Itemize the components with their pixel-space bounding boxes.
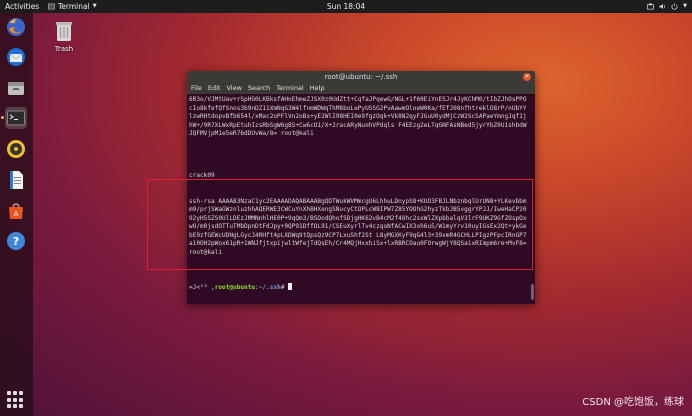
shell-prompt[interactable]: =J<²³ ,root@ubuntu:~/.ssh# <box>189 282 529 293</box>
activities-button[interactable]: Activities <box>5 0 39 13</box>
menu-view[interactable]: View <box>226 83 241 94</box>
scrollbar-thumb[interactable] <box>531 284 534 300</box>
window-title: root@ubuntu: ~/.ssh <box>324 73 398 81</box>
firefox-launcher[interactable] <box>5 16 27 38</box>
menu-help[interactable]: Help <box>310 83 325 94</box>
help-launcher[interactable]: ? <box>5 230 27 252</box>
trash-desktop-icon[interactable]: Trash <box>51 20 77 53</box>
show-applications-button[interactable] <box>7 391 25 409</box>
clock[interactable]: Sun 18:04 <box>327 2 365 11</box>
terminal-icon <box>7 110 25 126</box>
ssh-key-output-1: 6R3o/VJMtUav+rSpHG0LKBksfAHnEhmeZJSX0z0U… <box>189 96 527 137</box>
volume-icon <box>659 3 666 10</box>
prompt-prefix: =J<²³ , <box>189 283 215 291</box>
terminal-titlebar[interactable]: root@ubuntu: ~/.ssh ✕ <box>187 71 535 83</box>
rhythmbox-icon <box>7 140 25 158</box>
prompt-user: root@ubuntu <box>214 283 256 291</box>
trash-label: Trash <box>54 45 74 53</box>
software-launcher[interactable]: A <box>5 200 27 222</box>
watermark: CSDN @吃饱饭，练球 <box>582 397 684 408</box>
top-bar: Activities Terminal ▼ Sun 18:04 ▼ <box>0 0 692 13</box>
files-icon <box>8 82 24 95</box>
terminal-launcher[interactable] <box>1 107 27 129</box>
power-icon <box>671 3 678 10</box>
firefox-icon <box>7 18 25 36</box>
terminal-menubar: File Edit View Search Terminal Help <box>187 83 535 94</box>
rhythmbox-launcher[interactable] <box>5 138 27 160</box>
app-menu[interactable]: Terminal ▼ <box>48 0 97 13</box>
chevron-down-icon: ▼ <box>683 3 687 9</box>
svg-text:A: A <box>14 210 19 218</box>
menu-search[interactable]: Search <box>248 83 270 94</box>
network-icon <box>647 3 655 10</box>
highlight-annotation-box <box>147 179 533 270</box>
chevron-down-icon: ▼ <box>92 3 97 9</box>
prompt-path: ~/.ssh <box>258 283 281 291</box>
terminal-app-icon <box>48 3 55 10</box>
system-status-area[interactable]: ▼ <box>647 0 687 13</box>
writer-launcher[interactable] <box>5 169 27 191</box>
prompt-end: # <box>280 283 289 291</box>
files-launcher[interactable] <box>5 77 27 99</box>
menu-terminal[interactable]: Terminal <box>276 83 303 94</box>
document-icon <box>10 171 23 189</box>
thunderbird-icon <box>7 48 25 66</box>
menu-edit[interactable]: Edit <box>208 83 221 94</box>
close-icon[interactable]: ✕ <box>523 73 531 81</box>
help-icon: ? <box>7 232 25 250</box>
svg-text:?: ? <box>13 235 19 248</box>
app-menu-label: Terminal <box>58 2 90 11</box>
trash-icon <box>56 22 72 41</box>
software-store-icon: A <box>9 203 23 219</box>
dock: A ? <box>0 13 33 416</box>
thunderbird-launcher[interactable] <box>5 46 27 68</box>
text-cursor <box>288 282 293 290</box>
menu-file[interactable]: File <box>191 83 202 94</box>
